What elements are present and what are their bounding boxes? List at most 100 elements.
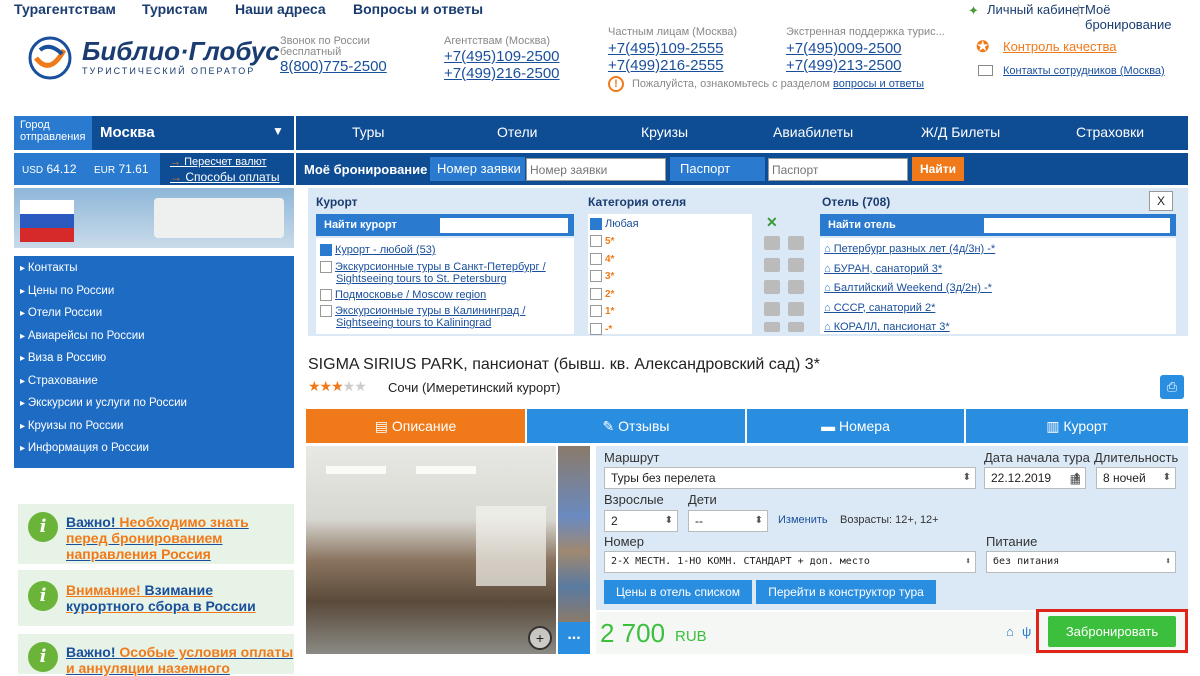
private-phone-2[interactable]: +7(499)216-2555	[608, 57, 724, 74]
list-item[interactable]: ⌂ БУРАН, санаторий 3*	[824, 260, 1176, 280]
room-select[interactable]: 2-Х МЕСТН. 1-НО КОМН. СТАНДАРТ + доп. ме…	[604, 551, 976, 573]
meal-select[interactable]: без питания	[986, 551, 1176, 573]
note-card[interactable]: i Важно! Особые условия оплаты и аннуляц…	[18, 634, 294, 676]
nav-tours[interactable]: Туры	[352, 124, 384, 140]
book-button[interactable]: Забронировать	[1048, 616, 1176, 647]
quality-link[interactable]: Контроль качества	[1003, 39, 1116, 54]
amenity-icon[interactable]	[764, 258, 780, 272]
logo-icon[interactable]	[28, 36, 72, 80]
nav-flights[interactable]: Авиабилеты	[773, 124, 853, 140]
staff-contacts-link[interactable]: Контакты сотрудников (Москва)	[1003, 65, 1165, 77]
sidebar-item[interactable]: Виза в Россию	[20, 347, 294, 370]
private-phone-1[interactable]: +7(495)109-2555	[608, 40, 724, 57]
amenity-icon[interactable]	[764, 236, 780, 250]
list-item[interactable]: 1*	[590, 303, 750, 321]
list-item[interactable]: 3*	[590, 268, 750, 286]
tab-resort[interactable]: ▥ Курорт	[966, 409, 1188, 443]
amenity-icon[interactable]	[764, 280, 780, 294]
route-select[interactable]: Туры без перелета	[604, 467, 976, 489]
checkbox-icon	[320, 261, 332, 274]
list-item[interactable]: Экскурсионные туры в Калининград / Sight…	[320, 305, 574, 329]
amenity-icon[interactable]	[764, 302, 780, 316]
print-icon[interactable]: ⎙	[1160, 375, 1184, 399]
photo-thumbnails[interactable]	[558, 446, 590, 622]
list-item[interactable]: Курорт - любой (53)	[320, 242, 574, 258]
support-phone-1[interactable]: +7(495)009-2500	[786, 40, 902, 57]
clear-icon[interactable]: ✕	[766, 214, 778, 231]
hotel-photo[interactable]: +	[306, 446, 556, 654]
list-item[interactable]: Подмосковье / Moscow region	[320, 287, 574, 303]
tab-description[interactable]: ▤ Описание	[306, 409, 525, 443]
amenity-icon[interactable]	[788, 236, 804, 250]
nav-faq[interactable]: Вопросы и ответы	[353, 1, 483, 17]
agency-phone-2[interactable]: +7(499)216-2500	[444, 65, 560, 82]
sidebar-item[interactable]: Цены по России	[20, 280, 294, 303]
list-item[interactable]: ⌂ Балтийский Weekend (3д/2н) -*	[824, 279, 1176, 299]
price-currency: RUB	[675, 628, 707, 645]
sidebar-item[interactable]: Экскурсии и услуги по России	[20, 392, 294, 415]
date-label: Дата начала тура	[984, 450, 1090, 465]
prices-list-button[interactable]: Цены в отель списком	[604, 580, 752, 604]
sidebar-item[interactable]: Контакты	[20, 257, 294, 280]
list-item[interactable]: Любая	[590, 216, 750, 233]
list-item[interactable]: 5*	[590, 233, 750, 251]
list-item[interactable]: 4*	[590, 251, 750, 269]
cabinet-link[interactable]: Личный кабинет	[987, 2, 1085, 17]
meal-label: Питание	[986, 534, 1038, 549]
sidebar-item[interactable]: Отели России	[20, 302, 294, 325]
amenity-icon[interactable]	[788, 280, 804, 294]
free-phone[interactable]: 8(800)775-2500	[280, 58, 387, 75]
list-item[interactable]: -*	[590, 321, 750, 339]
nav-agencies[interactable]: Турагентствам	[14, 1, 116, 17]
passport-input[interactable]	[768, 158, 908, 181]
kids-select[interactable]: --	[688, 510, 768, 532]
amenity-icon[interactable]	[788, 302, 804, 316]
tab-reviews[interactable]: ✎ Отзывы	[527, 409, 745, 443]
date-input[interactable]: 22.12.2019 ▦	[984, 467, 1086, 489]
nav-hotels[interactable]: Отели	[497, 124, 537, 140]
find-button[interactable]: Найти	[912, 157, 964, 181]
list-item[interactable]: ⌂ КОРАЛЛ, пансионат 3*	[824, 318, 1176, 338]
hotel-search-input[interactable]	[984, 218, 1170, 233]
payment-methods-link[interactable]: → Способы оплаты	[170, 170, 280, 184]
faq-note-link[interactable]: вопросы и ответы	[833, 78, 924, 90]
amenity-icon[interactable]	[788, 258, 804, 272]
nav-tourists[interactable]: Туристам	[142, 1, 208, 17]
adults-select[interactable]: 2	[604, 510, 678, 532]
mybooking-link[interactable]: Моё бронирование	[1085, 2, 1200, 32]
resort-title: Курорт	[316, 195, 358, 209]
dining-icon: ψ	[1022, 624, 1032, 639]
list-item[interactable]: ⌂ Петербург разных лет (4д/3н) -*	[824, 240, 1176, 260]
nav-addresses[interactable]: Наши адреса	[235, 1, 326, 17]
nav-trains[interactable]: Ж/Д Билеты	[921, 124, 1000, 140]
sidebar-item[interactable]: Информация о России	[20, 437, 294, 460]
chevron-down-icon: ▼	[272, 124, 284, 138]
sidebar-item[interactable]: Страхование	[20, 370, 294, 393]
amenity-icon[interactable]	[764, 322, 780, 332]
list-item[interactable]: ⌂ СССР, санаторий 2*	[824, 299, 1176, 319]
more-photos-button[interactable]: ...	[558, 622, 590, 654]
city-selector[interactable]: Город отправления Москва ▼	[14, 116, 294, 150]
sidebar-item[interactable]: Круизы по России	[20, 415, 294, 438]
tour-constructor-button[interactable]: Перейти в конструктор тура	[756, 580, 936, 604]
nav-cruises[interactable]: Круизы	[641, 124, 688, 140]
tab-rooms[interactable]: ▬ Номера	[747, 409, 964, 443]
sidebar-item[interactable]: Авиарейсы по России	[20, 325, 294, 348]
info-icon: i	[28, 581, 58, 611]
list-item[interactable]: 2*	[590, 286, 750, 304]
currency-recalc-link[interactable]: → Пересчет валют	[170, 156, 267, 168]
duration-select[interactable]: 8 ночей	[1096, 467, 1176, 489]
order-number-input[interactable]	[526, 158, 666, 181]
support-phone-2[interactable]: +7(499)213-2500	[786, 57, 902, 74]
agency-phone-1[interactable]: +7(495)109-2500	[444, 48, 560, 65]
nav-insurance[interactable]: Страховки	[1076, 124, 1144, 140]
list-item[interactable]: Экскурсионные туры в Санкт-Петербург / S…	[320, 261, 574, 285]
close-button[interactable]: X	[1149, 191, 1173, 211]
resort-search-input[interactable]	[440, 218, 568, 233]
change-link[interactable]: Изменить	[778, 514, 828, 526]
kids-label: Дети	[688, 492, 717, 507]
zoom-icon[interactable]: +	[528, 626, 552, 650]
amenity-icon[interactable]	[788, 322, 804, 332]
note-card[interactable]: i Важно! Необходимо знать перед брониров…	[18, 504, 294, 564]
note-card[interactable]: i Внимание! Взимание курортного сбора в …	[18, 570, 294, 626]
